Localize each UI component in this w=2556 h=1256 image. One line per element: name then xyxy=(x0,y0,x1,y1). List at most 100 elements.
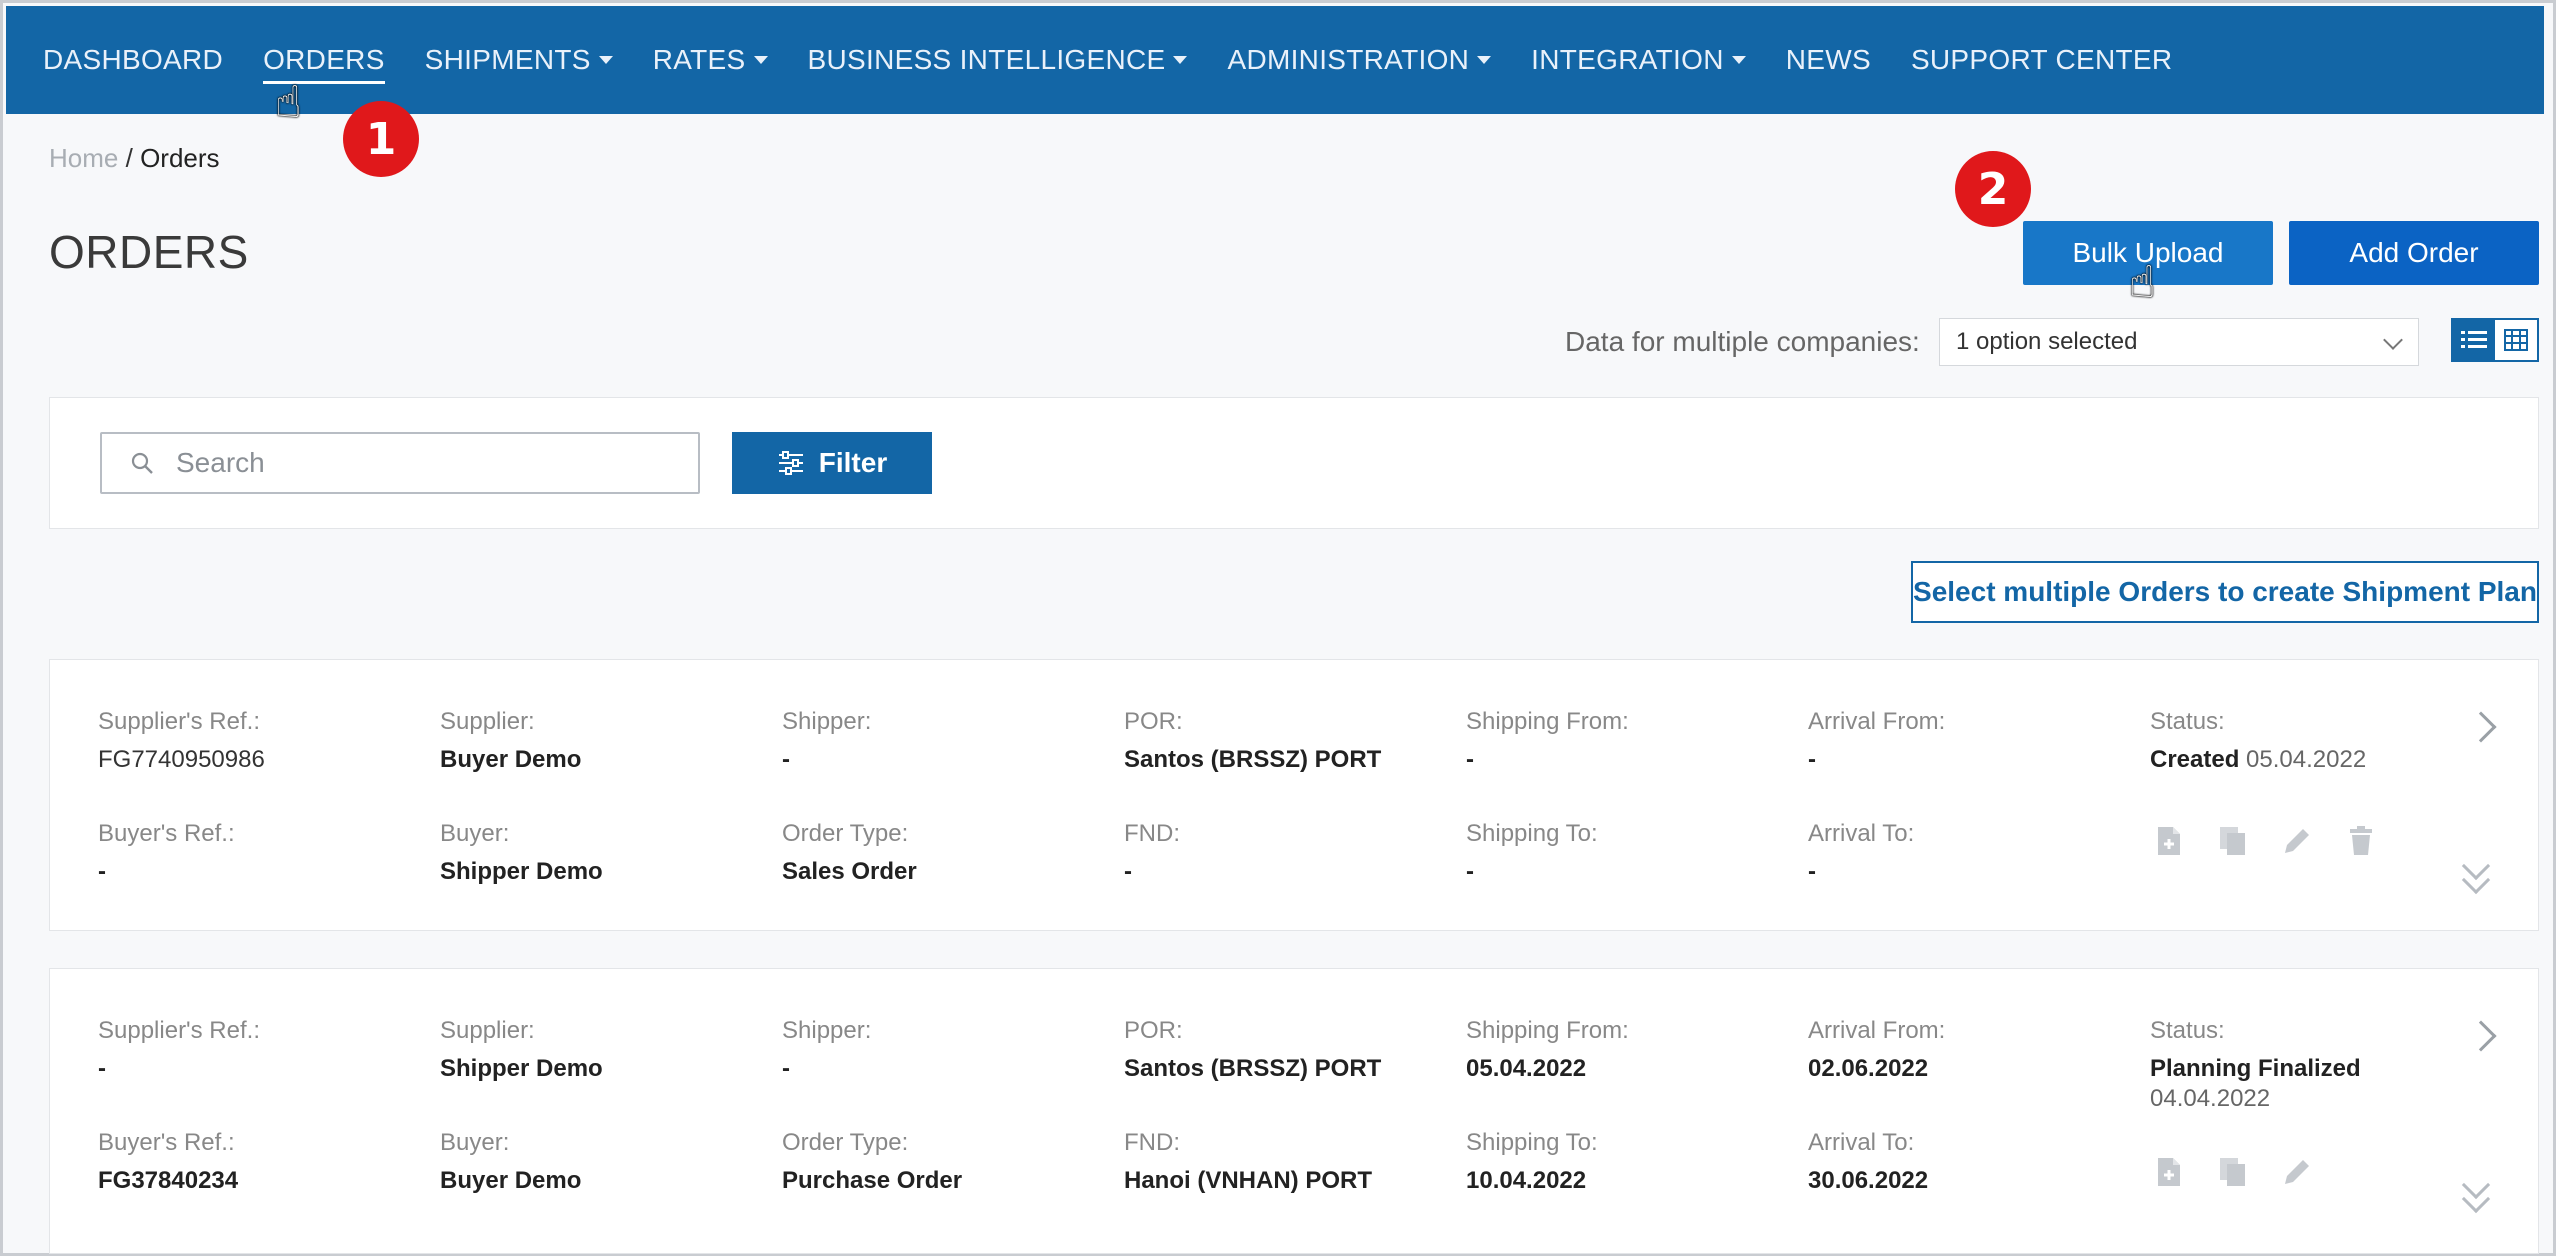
double-chevron-down-icon[interactable] xyxy=(2461,1170,2492,1215)
nav-support-center[interactable]: SUPPORT CENTER xyxy=(1911,44,2172,76)
field-label: FND: xyxy=(1124,820,1180,847)
field-value: Santos (BRSSZ) PORT xyxy=(1124,746,1382,773)
arrival-from-field: Arrival From: 02.06.2022 xyxy=(1808,1017,1945,1083)
shipping-from-field: Shipping From: - xyxy=(1466,708,1629,774)
field-label: Buyer's Ref.: xyxy=(98,820,235,847)
shipping-from-field: Shipping From: 05.04.2022 xyxy=(1466,1017,1629,1083)
companies-label: Data for multiple companies: xyxy=(1565,326,1920,357)
field-label: Shipping From: xyxy=(1466,1017,1629,1044)
arrival-from-field: Arrival From: - xyxy=(1808,708,1945,774)
add-document-icon[interactable] xyxy=(2152,822,2186,860)
field-label: Shipping From: xyxy=(1466,708,1629,735)
nav-integration[interactable]: INTEGRATION xyxy=(1531,44,1746,76)
nav-news[interactable]: NEWS xyxy=(1786,44,1871,76)
grid-view-icon xyxy=(2504,329,2528,351)
list-view-icon xyxy=(2461,331,2487,348)
nav-orders[interactable]: ORDERS xyxy=(263,44,385,84)
add-order-button[interactable]: Add Order xyxy=(2289,221,2539,285)
add-document-icon[interactable] xyxy=(2152,1153,2186,1191)
app-frame: DASHBOARD ORDERS SHIPMENTS RATES BUSINES… xyxy=(0,0,2556,1256)
status-text: Planning Finalized xyxy=(2150,1055,2361,1082)
nav-integration-label: INTEGRATION xyxy=(1531,44,1724,75)
order-type-field: Order Type: Purchase Order xyxy=(782,1129,962,1195)
nav-orders-label: ORDERS xyxy=(263,44,385,75)
caret-down-icon xyxy=(1731,56,1746,64)
field-value: - xyxy=(1808,858,1816,885)
field-label: POR: xyxy=(1124,708,1183,735)
double-chevron-down-icon[interactable] xyxy=(2461,851,2492,896)
order-actions xyxy=(2152,1153,2314,1191)
breadcrumb-home[interactable]: Home xyxy=(49,143,118,173)
order-type-field: Order Type: Sales Order xyxy=(782,820,917,886)
copy-icon[interactable] xyxy=(2216,822,2250,860)
status-date: 05.04.2022 xyxy=(2246,746,2367,773)
nav-support-label: SUPPORT CENTER xyxy=(1910,44,2173,75)
field-label: Arrival From: xyxy=(1808,708,1946,735)
field-label: Shipper: xyxy=(782,708,872,735)
filter-sliders-icon xyxy=(778,451,803,475)
nav-shipments[interactable]: SHIPMENTS xyxy=(425,44,613,76)
nav-administration-label: ADMINISTRATION xyxy=(1227,44,1470,75)
field-value: - xyxy=(1466,858,1474,885)
chevron-right-icon[interactable] xyxy=(2465,711,2497,743)
supplier-field: Supplier: Shipper Demo xyxy=(440,1017,603,1083)
delete-trash-icon[interactable] xyxy=(2344,822,2378,860)
field-value: - xyxy=(1124,858,1132,885)
nav-news-label: NEWS xyxy=(1785,44,1871,75)
field-label: Shipper: xyxy=(782,1017,872,1044)
caret-down-icon xyxy=(1173,56,1188,64)
field-label: Order Type: xyxy=(782,1129,909,1156)
field-value: Shipper Demo xyxy=(440,1055,603,1082)
suppliers-ref-field: Supplier's Ref.: - xyxy=(98,1017,260,1083)
grid-view-button[interactable] xyxy=(2495,320,2537,360)
companies-select[interactable]: 1 option selected xyxy=(1939,318,2419,366)
add-order-label: Add Order xyxy=(2349,237,2479,268)
top-navigation: DASHBOARD ORDERS SHIPMENTS RATES BUSINES… xyxy=(6,6,2544,114)
edit-pencil-icon[interactable] xyxy=(2280,822,2314,860)
shipper-field: Shipper: - xyxy=(782,708,871,774)
buyers-ref-field: Buyer's Ref.: FG37840234 xyxy=(98,1129,238,1195)
shipper-field: Shipper: - xyxy=(782,1017,871,1083)
status-field: Status: Created 05.04.2022 xyxy=(2150,708,2366,774)
nav-dashboard[interactable]: DASHBOARD xyxy=(43,44,223,76)
field-label: Buyer: xyxy=(440,1129,510,1156)
field-value: Purchase Order xyxy=(782,1167,963,1194)
status-text: Created xyxy=(2150,746,2240,773)
view-toggle xyxy=(2451,318,2539,362)
chevron-right-icon[interactable] xyxy=(2465,1020,2497,1052)
field-label: Supplier: xyxy=(440,1017,535,1044)
filter-button[interactable]: Filter xyxy=(732,432,932,494)
shipping-to-field: Shipping To: 10.04.2022 xyxy=(1466,1129,1598,1195)
page-title: ORDERS xyxy=(49,226,249,278)
chevron-down-icon xyxy=(2383,330,2403,350)
nav-administration[interactable]: ADMINISTRATION xyxy=(1227,44,1492,76)
list-view-button[interactable] xyxy=(2453,320,2495,360)
field-value: FG7740950986 xyxy=(98,746,265,773)
create-shipment-plan-label: Select multiple Orders to create Shipmen… xyxy=(1913,576,2537,607)
arrival-to-field: Arrival To: - xyxy=(1808,820,1914,886)
por-field: POR: Santos (BRSSZ) PORT xyxy=(1124,708,1381,774)
caret-down-icon xyxy=(1477,56,1492,64)
copy-icon[interactable] xyxy=(2216,1153,2250,1191)
arrival-to-field: Arrival To: 30.06.2022 xyxy=(1808,1129,1928,1195)
field-label: FND: xyxy=(1124,1129,1180,1156)
field-value: 05.04.2022 xyxy=(1466,1055,1587,1082)
create-shipment-plan-button[interactable]: Select multiple Orders to create Shipmen… xyxy=(1911,561,2539,623)
nav-rates[interactable]: RATES xyxy=(653,44,768,76)
field-label: Arrival To: xyxy=(1808,820,1915,847)
nav-bi-label: BUSINESS INTELLIGENCE xyxy=(807,44,1166,75)
field-value: Buyer Demo xyxy=(440,1167,582,1194)
field-value: Buyer Demo xyxy=(440,746,582,773)
nav-business-intelligence[interactable]: BUSINESS INTELLIGENCE xyxy=(808,44,1188,76)
order-card[interactable]: Supplier's Ref.: FG7740950986 Supplier: … xyxy=(49,659,2539,931)
field-value: Santos (BRSSZ) PORT xyxy=(1124,1055,1382,1082)
buyer-field: Buyer: Shipper Demo xyxy=(440,820,603,886)
companies-selected-value: 1 option selected xyxy=(1956,328,2138,355)
order-card[interactable]: Supplier's Ref.: - Supplier: Shipper Dem… xyxy=(49,968,2539,1254)
edit-pencil-icon[interactable] xyxy=(2280,1153,2314,1191)
field-label: Order Type: xyxy=(782,820,909,847)
status-field: Status: Planning Finalized 04.04.2022 xyxy=(2150,1017,2361,1113)
search-input[interactable]: Search xyxy=(100,432,700,494)
field-label: Buyer's Ref.: xyxy=(98,1129,235,1156)
field-label: Buyer: xyxy=(440,820,510,847)
